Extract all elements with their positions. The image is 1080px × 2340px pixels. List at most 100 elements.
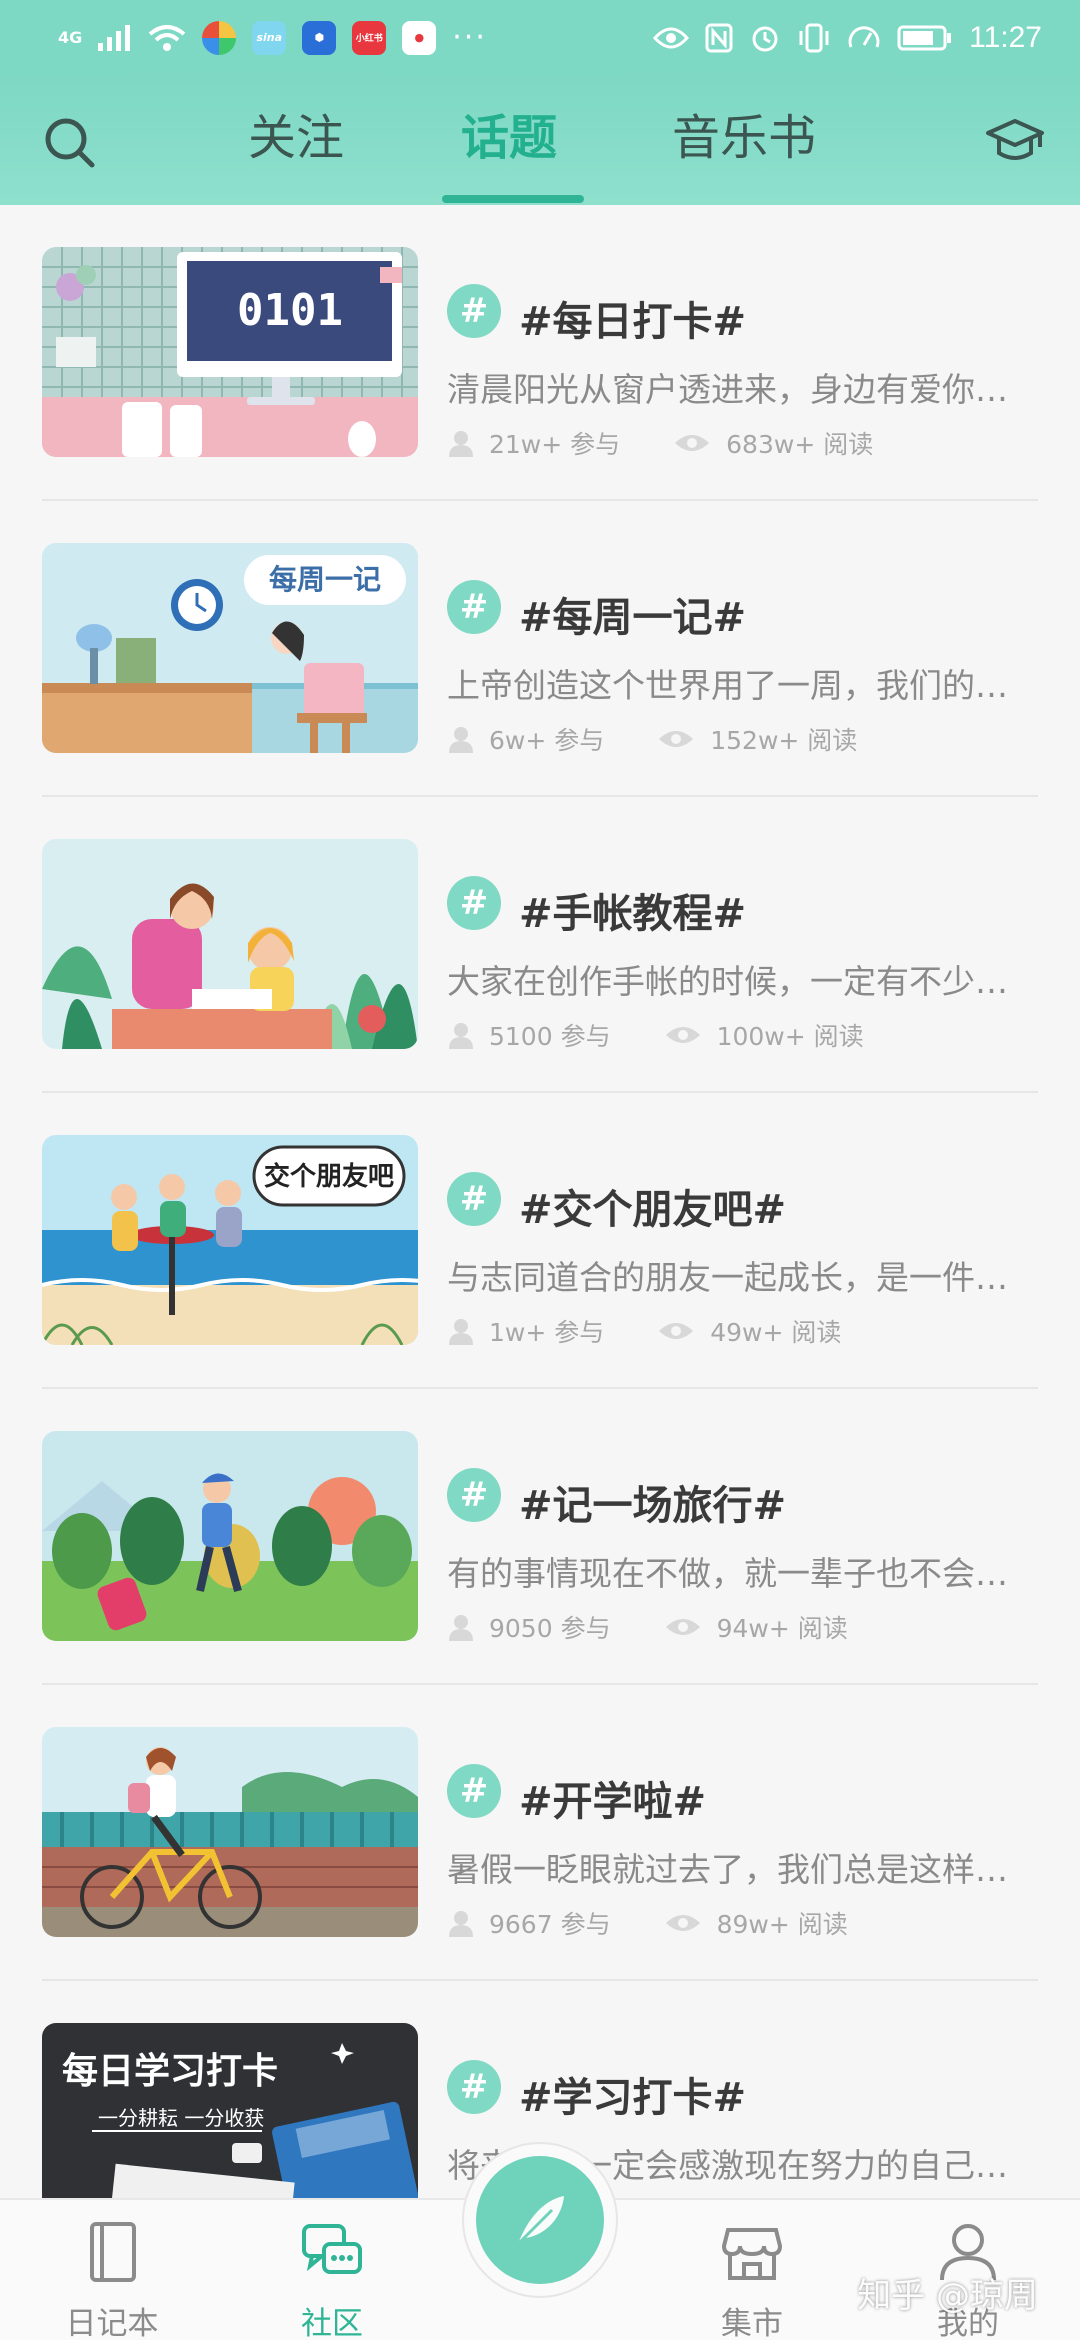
app-notification-icon: ⬢ <box>302 20 337 55</box>
participants-count: 9667 参与 <box>489 1910 611 1939</box>
person-icon <box>449 1319 473 1345</box>
eye-icon <box>665 1619 700 1635</box>
topic-description: 清晨阳光从窗户透进来，身边有爱你… <box>447 370 1008 409</box>
reads-count: 94w+ 阅读 <box>716 1614 848 1643</box>
topic-item[interactable]: # #手帐教程# 大家在创作手帐的时候，一定有不少… 5100 参与 100w+… <box>0 797 1080 1093</box>
nav-label: 日记本 <box>65 2306 159 2340</box>
reads-count: 152w+ 阅读 <box>710 726 858 755</box>
tab-following[interactable]: 关注 <box>248 105 344 183</box>
nav-notebook[interactable]: 日记本 <box>37 2220 187 2340</box>
hashtag-icon: # <box>447 284 501 338</box>
topic-stats: 9050 参与 94w+ 阅读 <box>447 1609 848 1645</box>
topic-title[interactable]: #交个朋友吧# <box>519 1177 786 1235</box>
eye-icon <box>665 1915 700 1931</box>
status-bar: 4G sina ⬢ 小红书 ● ··· 11:27 <box>0 0 1080 75</box>
nav-community[interactable]: 社区 <box>257 2220 407 2340</box>
eye-icon <box>659 1323 694 1339</box>
clock-time: 11:27 <box>969 20 1042 54</box>
topic-item[interactable]: # #记一场旅行# 有的事情现在不做，就一辈子也不会… 9050 参与 94w+… <box>0 1389 1080 1685</box>
hashtag-icon: # <box>447 580 501 634</box>
topic-thumbnail-bicycle <box>42 1727 418 1937</box>
thumb-text: 每日学习打卡 <box>62 2050 278 2092</box>
topic-description: 与志同道合的朋友一起成长，是一件… <box>447 1258 1008 1297</box>
signal-icon <box>98 24 131 51</box>
nav-label: 集市 <box>721 2306 783 2340</box>
person-icon <box>449 1615 473 1641</box>
top-header: 关注 话题 音乐书 <box>0 75 1080 205</box>
topic-description: 上帝创造这个世界用了一周，我们的… <box>447 666 1008 705</box>
alarm-icon <box>752 26 778 51</box>
hashtag-icon: # <box>447 1468 501 1522</box>
watermark: 知乎 @琼周 <box>857 2276 1038 2316</box>
wifi-icon <box>148 24 186 51</box>
topic-thumbnail-desk: 0101 <box>42 247 418 457</box>
person-icon <box>449 1911 473 1937</box>
topic-title[interactable]: #记一场旅行# <box>519 1473 786 1531</box>
nav-market[interactable]: 集市 <box>677 2220 827 2340</box>
topic-stats: 6w+ 参与 152w+ 阅读 <box>447 721 857 757</box>
eye-icon <box>665 1027 700 1043</box>
topic-item[interactable]: 0101 # #每日打卡# 清晨阳光从窗户透进来，身边有爱你… 21w+ 参与 … <box>0 205 1080 501</box>
topic-title[interactable]: #手帐教程# <box>519 881 746 939</box>
tab-music-books[interactable]: 音乐书 <box>672 105 816 183</box>
tab-topics[interactable]: 话题 <box>461 105 557 183</box>
thumb-text: 交个朋友吧 <box>264 1161 394 1192</box>
person-icon <box>449 431 473 457</box>
topic-title[interactable]: #每周一记# <box>519 585 746 643</box>
participants-count: 21w+ 参与 <box>489 430 621 459</box>
topic-stats: 5100 参与 100w+ 阅读 <box>447 1017 864 1053</box>
compose-button[interactable] <box>476 2156 604 2284</box>
hashtag-icon: # <box>447 2060 501 2114</box>
topic-stats: 1w+ 参与 49w+ 阅读 <box>447 1313 841 1349</box>
eye-comfort-icon <box>653 27 690 48</box>
reads-count: 683w+ 阅读 <box>726 430 874 459</box>
participants-count: 5100 参与 <box>489 1022 611 1051</box>
xiaohongshu-app-icon: 小红书 <box>352 20 387 55</box>
eye-icon <box>659 731 694 747</box>
topic-title[interactable]: #学习打卡# <box>519 2065 746 2123</box>
reads-count: 49w+ 阅读 <box>710 1318 842 1347</box>
topic-thumbnail-teacher <box>42 839 418 1049</box>
person-icon <box>449 1023 473 1049</box>
topic-description: 大家在创作手帐的时候，一定有不少… <box>447 962 1008 1001</box>
thumb-text: 0101 <box>237 285 343 336</box>
topic-description: 暑假一眨眼就过去了，我们总是这样… <box>447 1850 1008 1889</box>
hashtag-icon: # <box>447 876 501 930</box>
topic-description: 有的事情现在不做，就一辈子也不会… <box>447 1554 1008 1593</box>
participants-count: 1w+ 参与 <box>489 1318 605 1347</box>
search-icon[interactable] <box>40 113 100 173</box>
topic-stats: 9667 参与 89w+ 阅读 <box>447 1905 848 1941</box>
topic-item[interactable]: 每周一记 # #每周一记# 上帝创造这个世界用了一周，我们的… 6w+ 参与 1… <box>0 501 1080 797</box>
app-notification-icon <box>202 20 237 55</box>
topic-item[interactable]: 交个朋友吧 # #交个朋友吧# 与志同道合的朋友一起成长，是一件… 1w+ 参与… <box>0 1093 1080 1389</box>
map-app-icon: ● <box>402 20 437 55</box>
network-type: 4G <box>58 27 83 47</box>
feather-icon <box>516 2196 564 2246</box>
nfc-icon <box>705 23 733 52</box>
person-icon <box>449 727 473 753</box>
sina-app-icon: sina <box>252 20 287 55</box>
chat-bubbles-icon <box>302 2224 362 2274</box>
topic-thumbnail-beach: 交个朋友吧 <box>42 1135 418 1345</box>
participants-count: 9050 参与 <box>489 1614 611 1643</box>
shop-icon <box>721 2228 783 2280</box>
reads-count: 89w+ 阅读 <box>716 1910 848 1939</box>
topic-title[interactable]: #每日打卡# <box>519 289 746 347</box>
eye-icon <box>675 435 710 451</box>
nav-label: 社区 <box>301 2306 363 2340</box>
participants-count: 6w+ 参与 <box>489 726 605 755</box>
topic-title[interactable]: #开学啦# <box>519 1769 706 1827</box>
topic-thumbnail-girl-desk: 每周一记 <box>42 543 418 753</box>
reads-count: 100w+ 阅读 <box>716 1022 864 1051</box>
more-notifications-icon: ··· <box>452 19 487 55</box>
hashtag-icon: # <box>447 1172 501 1226</box>
notebook-icon <box>90 2222 136 2282</box>
active-tab-indicator <box>442 195 584 203</box>
graduation-cap-icon[interactable] <box>984 111 1046 173</box>
speed-icon <box>848 25 880 48</box>
hashtag-icon: # <box>447 1764 501 1818</box>
topic-thumbnail-travel <box>42 1431 418 1641</box>
thumb-text: 每周一记 <box>269 563 381 596</box>
topic-item[interactable]: # #开学啦# 暑假一眨眼就过去了，我们总是这样… 9667 参与 89w+ 阅… <box>0 1685 1080 1981</box>
vibrate-icon <box>799 23 829 52</box>
